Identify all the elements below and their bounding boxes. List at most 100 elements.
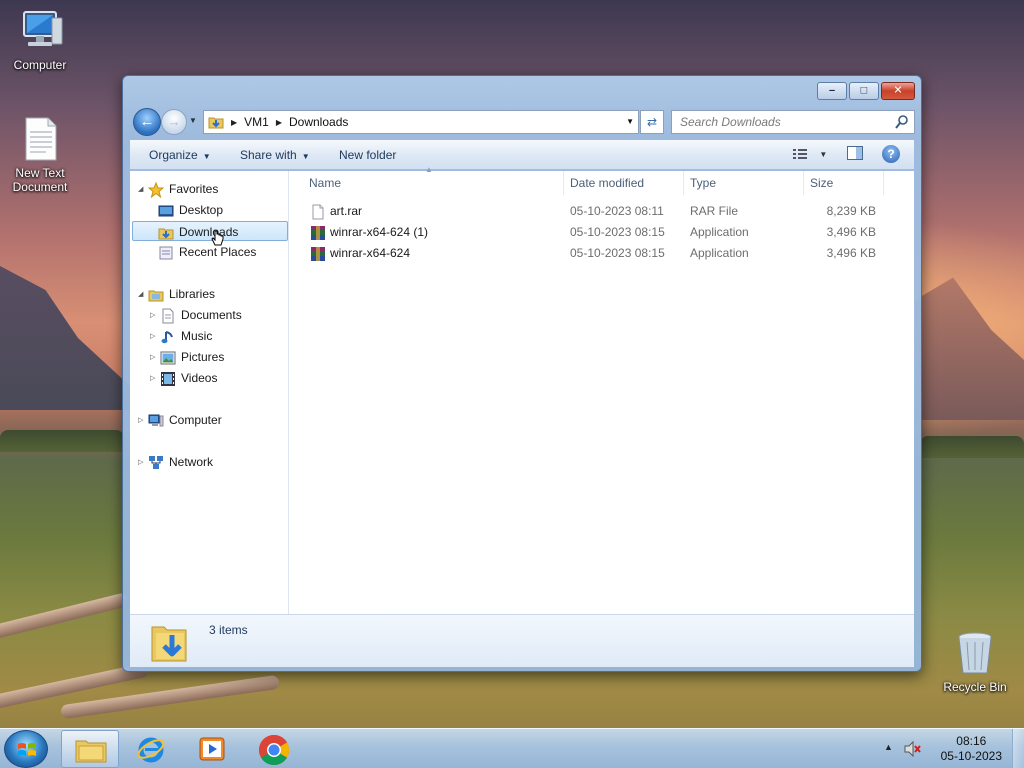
back-button[interactable]: ←	[133, 108, 161, 136]
explorer-window[interactable]: – □ ✕ ← → ▼ ▶ VM1 ▶ Downloads ▼ ⇄ Search…	[122, 75, 922, 672]
change-view-button[interactable]: ▼	[792, 146, 827, 164]
taskbar-media-player[interactable]	[183, 730, 241, 768]
music-note-icon	[160, 329, 176, 345]
taskbar-windows-explorer[interactable]	[61, 730, 119, 768]
tree-node-desktop[interactable]: Desktop	[158, 200, 223, 220]
wallpaper-treeline-right	[920, 436, 1024, 458]
file-name-cell: art.rar	[310, 201, 362, 222]
navigation-pane[interactable]: ◢ Favorites Desktop Downloads Recent Plac…	[130, 171, 289, 614]
recent-places-icon	[158, 245, 174, 261]
computer-icon	[148, 413, 164, 429]
recent-pages-dropdown[interactable]: ▼	[189, 116, 197, 125]
share-with-button[interactable]: Share with ▼	[240, 148, 310, 162]
caption-buttons: – □ ✕	[817, 82, 915, 100]
chevron-down-icon: ▼	[819, 150, 828, 159]
tree-node-documents[interactable]: ▷ Documents	[150, 305, 242, 325]
tree-label: Videos	[181, 371, 218, 385]
wallpaper-treeline-left	[0, 430, 124, 452]
command-bar: Organize ▼ Share with ▼ New folder ▼ ?	[130, 140, 914, 170]
chevron-down-icon: ▼	[202, 152, 211, 161]
help-button[interactable]: ?	[882, 145, 900, 163]
breadcrumb-downloads[interactable]: Downloads	[289, 115, 348, 129]
breadcrumb-separator-icon: ▶	[231, 117, 238, 127]
refresh-button[interactable]: ⇄	[640, 110, 664, 134]
minimize-icon: –	[828, 84, 836, 97]
preview-pane-button[interactable]	[847, 146, 863, 164]
close-icon: ✕	[893, 84, 903, 97]
libraries-icon	[148, 287, 164, 303]
media-player-icon	[199, 736, 225, 765]
tree-label: Network	[169, 455, 214, 469]
desktop-icon-text-file[interactable]: New Text Document	[0, 116, 80, 194]
file-row[interactable]: winrar-x64-624 (1) 05-10-2023 08:15 Appl…	[290, 222, 890, 243]
column-header-date-modified[interactable]: Date modified	[564, 171, 684, 195]
file-name: winrar-x64-624 (1)	[330, 225, 429, 239]
tree-node-libraries[interactable]: ◢ Libraries	[138, 284, 215, 304]
search-input[interactable]: Search Downloads	[671, 110, 915, 134]
collapsed-triangle-icon: ▷	[138, 416, 144, 424]
videos-icon	[160, 371, 176, 387]
volume-muted-icon[interactable]	[904, 740, 922, 758]
internet-explorer-icon	[136, 734, 166, 767]
desktop-icon-recycle-bin[interactable]: Recycle Bin	[935, 630, 1015, 694]
maximize-icon: □	[860, 84, 868, 97]
navigation-bar: ← → ▼ ▶ VM1 ▶ Downloads ▼ ⇄ Search Downl…	[131, 108, 915, 136]
tree-node-music[interactable]: ▷ Music	[150, 326, 212, 346]
column-header-name[interactable]: Name	[303, 171, 564, 195]
system-tray: ▲ 08:16 05-10-2023	[874, 729, 1024, 768]
file-name: winrar-x64-624	[330, 246, 411, 260]
taskbar-internet-explorer[interactable]	[122, 730, 180, 768]
collapsed-triangle-icon: ▷	[138, 458, 144, 466]
tree-node-computer[interactable]: ▷ Computer	[138, 410, 222, 430]
new-folder-button[interactable]: New folder	[339, 148, 396, 162]
chevron-down-icon: ▼	[301, 152, 310, 161]
tree-node-downloads[interactable]: Downloads	[132, 221, 288, 246]
network-icon	[148, 455, 164, 471]
taskbar-google-chrome[interactable]	[244, 730, 302, 768]
tree-node-recent-places[interactable]: Recent Places	[158, 242, 256, 262]
content-area: ◢ Favorites Desktop Downloads Recent Plac…	[130, 165, 914, 614]
address-history-dropdown[interactable]: ▼	[626, 117, 634, 126]
organize-button[interactable]: Organize ▼	[149, 148, 211, 162]
recycle-bin-icon	[951, 630, 999, 676]
close-button[interactable]: ✕	[881, 82, 915, 100]
file-row[interactable]: winrar-x64-624 05-10-2023 08:15 Applicat…	[290, 243, 890, 264]
downloads-folder-large-icon	[150, 619, 190, 663]
forward-arrow-icon: →	[167, 114, 181, 129]
file-list[interactable]: ▲ Name Date modified Type Size art.rar 0…	[290, 165, 914, 614]
maximize-button[interactable]: □	[849, 82, 879, 100]
computer-icon	[16, 8, 64, 54]
minimize-button[interactable]: –	[817, 82, 847, 100]
collapsed-triangle-icon: ▷	[150, 374, 156, 382]
show-desktop-button[interactable]	[1012, 729, 1024, 768]
folder-downloads-icon	[158, 225, 174, 241]
tree-node-network[interactable]: ▷ Network	[138, 452, 213, 472]
desktop-icon-computer[interactable]: Computer	[0, 8, 80, 72]
address-bar[interactable]: ▶ VM1 ▶ Downloads ▼	[203, 110, 639, 134]
clock-date: 05-10-2023	[940, 749, 1002, 763]
windows-logo-icon	[17, 741, 37, 759]
show-hidden-icons-button[interactable]: ▲	[884, 742, 893, 752]
clock[interactable]: 08:16 05-10-2023	[941, 734, 1002, 764]
desktop-icon-label: Recycle Bin	[943, 680, 1007, 694]
folder-icon	[75, 737, 107, 766]
breadcrumb-separator-icon: ▶	[275, 117, 282, 127]
tree-label: Recent Places	[179, 245, 257, 259]
column-header-size[interactable]: Size	[804, 171, 884, 195]
tree-node-pictures[interactable]: ▷ Pictures	[150, 347, 224, 367]
wallpaper-fence-rail	[0, 592, 130, 642]
file-date: 05-10-2023 08:15	[570, 246, 665, 260]
forward-button[interactable]: →	[161, 109, 187, 135]
tree-label: Favorites	[169, 182, 219, 196]
start-button[interactable]	[4, 730, 48, 768]
winrar-app-icon	[310, 246, 326, 262]
breadcrumb-vm1[interactable]: VM1	[244, 115, 269, 129]
clock-time: 08:16	[956, 734, 987, 748]
tree-label: Desktop	[179, 203, 224, 217]
tree-node-favorites[interactable]: ◢ Favorites	[138, 179, 218, 199]
column-header-type[interactable]: Type	[684, 171, 804, 195]
tree-label: Computer	[169, 413, 222, 427]
desktop-icon-label: New Text Document	[12, 166, 68, 194]
file-row[interactable]: art.rar 05-10-2023 08:11 RAR File 8,239 …	[290, 201, 890, 222]
tree-node-videos[interactable]: ▷ Videos	[150, 368, 217, 388]
